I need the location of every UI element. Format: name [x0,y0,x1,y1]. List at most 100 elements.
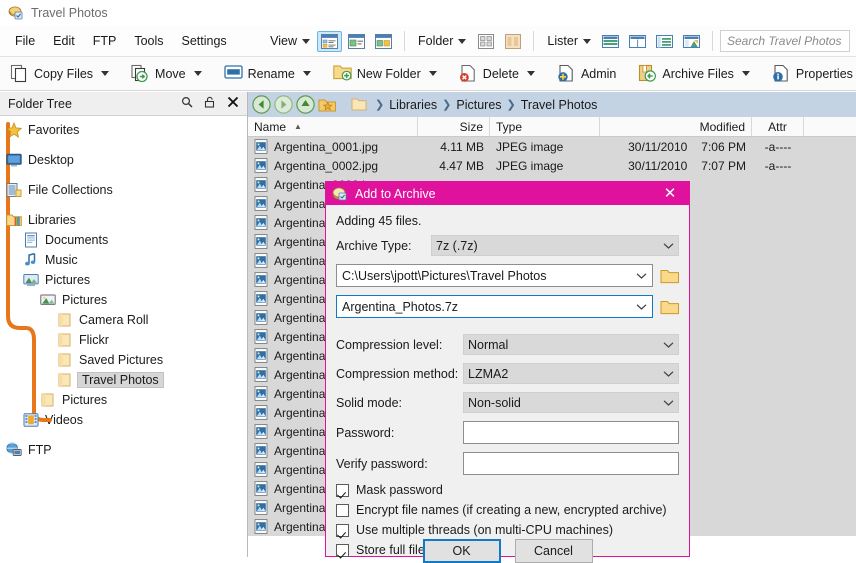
search-input[interactable]: Search Travel Photos [720,30,850,52]
chevron-down-icon[interactable] [636,300,647,314]
details-view-icon[interactable] [316,30,342,52]
checkbox-checked-icon[interactable] [336,523,349,537]
search-icon[interactable] [181,96,193,111]
column-header-name[interactable]: Name ▲ [248,117,418,136]
tree-item-flickr[interactable]: Flickr [0,330,247,350]
tree-item-label: Pictures [62,393,108,407]
lister-tree-icon[interactable] [652,31,677,52]
close-icon[interactable]: ✕ [657,182,683,205]
column-header-size[interactable]: Size [418,117,490,136]
add-to-archive-dialog: Add to Archive ✕ Adding 45 files. Archiv… [325,181,690,563]
folder-grid-icon[interactable] [473,31,498,52]
lister-menu-button[interactable]: Lister [541,31,597,51]
folder-split-icon[interactable] [500,31,525,52]
forward-icon[interactable] [274,95,293,114]
breadcrumb-segment[interactable]: Libraries [389,98,437,112]
chevron-down-icon[interactable] [193,71,202,76]
folder-tree-title: Folder Tree [8,96,72,111]
table-row[interactable]: Argentina_0002.jpg 4.47 MB JPEG image 30/11… [248,156,856,175]
tree-item-favorites[interactable]: Favorites [0,120,247,140]
new-folder-button[interactable]: New Folder [328,61,426,86]
password-input[interactable] [463,421,679,444]
lister-dual-horz-icon[interactable] [625,31,650,52]
tiles-view-icon[interactable] [344,31,369,52]
compression-method-value: LZMA2 [468,366,509,381]
breadcrumb-segment[interactable]: Pictures [456,98,501,112]
tree-item-videos[interactable]: Videos [0,410,247,430]
archive-files-button[interactable]: Archive Files [633,61,739,86]
menu-item-settings[interactable]: Settings [173,31,236,51]
table-row[interactable]: Argentina_0001.jpg 4.11 MB JPEG image 30/11… [248,137,856,156]
close-icon[interactable] [227,96,239,111]
properties-button[interactable]: Properties [767,61,856,86]
back-icon[interactable] [252,95,271,114]
lister-single-icon[interactable] [598,31,623,52]
compression-method-select[interactable]: LZMA2 [463,363,679,384]
jpeg-file-icon [254,253,269,268]
checkbox-use-multiple-threads[interactable]: Use multiple threads (on multi-CPU machi… [336,523,679,537]
view-menu-button[interactable]: View [264,31,316,51]
solid-mode-select[interactable]: Non-solid [463,392,679,413]
tree-item-libraries[interactable]: Libraries [0,210,247,230]
window-titlebar: Travel Photos [0,0,856,26]
file-type-cell: JPEG image [496,139,564,154]
unlock-icon[interactable] [204,96,216,111]
browse-archive-name-icon[interactable] [660,299,679,315]
desktop-icon [6,152,22,168]
verify-password-input[interactable] [463,452,679,475]
checkbox-encrypt-file-names[interactable]: Encrypt file names (if creating a new, e… [336,503,679,517]
checkbox-mask-password[interactable]: Mask password [336,483,679,497]
tree-item-pictures[interactable]: Pictures [0,270,247,290]
tree-item-pictures[interactable]: Pictures [0,390,247,410]
tree-item-travel-photos[interactable]: Travel Photos [0,370,247,390]
admin-button[interactable]: Admin [552,61,621,86]
column-header-type[interactable]: Type [490,117,600,136]
chevron-down-icon[interactable] [428,71,437,76]
cancel-button[interactable]: Cancel [514,539,593,563]
lister-preview-icon[interactable] [679,31,704,52]
tree-item-pictures[interactable]: Pictures [0,290,247,310]
chevron-down-icon[interactable] [302,71,311,76]
breadcrumb-segment[interactable]: Travel Photos [521,98,598,112]
tree-item-desktop[interactable]: Desktop [0,150,247,170]
favorites-icon[interactable] [318,96,337,113]
menu-item-ftp[interactable]: FTP [84,31,126,51]
ok-button[interactable]: OK [422,539,501,563]
column-header-modified[interactable]: Modified [600,117,752,136]
menu-item-file[interactable]: File [6,31,44,51]
delete-button[interactable]: Delete [454,61,524,86]
tree-item-documents[interactable]: Documents [0,230,247,250]
archive-name-input[interactable]: Argentina_Photos.7z [336,295,653,318]
tree-item-saved-pictures[interactable]: Saved Pictures [0,350,247,370]
move-button[interactable]: Move [126,61,191,86]
folder-menu-button[interactable]: Folder [412,31,472,51]
archive-type-select[interactable]: 7z (.7z) [431,235,679,256]
tree-item-camera-roll[interactable]: Camera Roll [0,310,247,330]
breadcrumb-root-folder-icon[interactable] [351,97,367,112]
folder-tree-list[interactable]: Favorites Desktop File Collections Librarie… [0,116,247,557]
menu-item-edit[interactable]: Edit [44,31,84,51]
menu-item-tools[interactable]: Tools [125,31,172,51]
chevron-down-icon[interactable] [526,71,535,76]
rename-button[interactable]: Rename [219,61,300,86]
chevron-down-icon[interactable] [636,269,647,283]
chevron-down-icon[interactable] [741,71,750,76]
copy-files-button[interactable]: Copy Files [5,61,98,86]
archive-name-value: Argentina_Photos.7z [342,299,459,314]
browse-destination-folder-icon[interactable] [660,268,679,284]
file-list-header: Name ▲ Size Type Modified Attr [248,117,856,137]
compression-level-select[interactable]: Normal [463,334,679,355]
checkbox-unchecked-icon[interactable] [336,503,349,517]
column-header-attr[interactable]: Attr [752,117,804,136]
up-icon[interactable] [296,95,315,114]
chevron-down-icon[interactable] [101,71,110,76]
tree-item-file-collections[interactable]: File Collections [0,180,247,200]
tree-gap [0,140,247,150]
file-name: Argentina_0001.jpg [274,139,379,154]
destination-path-input[interactable]: C:\Users\jpott\Pictures\Travel Photos [336,264,653,287]
thumbnails-view-icon[interactable] [371,31,396,52]
tree-item-music[interactable]: Music [0,250,247,270]
tree-item-ftp[interactable]: FTP [0,440,247,460]
tree-item-label: Desktop [28,153,74,167]
checkbox-checked-icon[interactable] [336,483,349,497]
